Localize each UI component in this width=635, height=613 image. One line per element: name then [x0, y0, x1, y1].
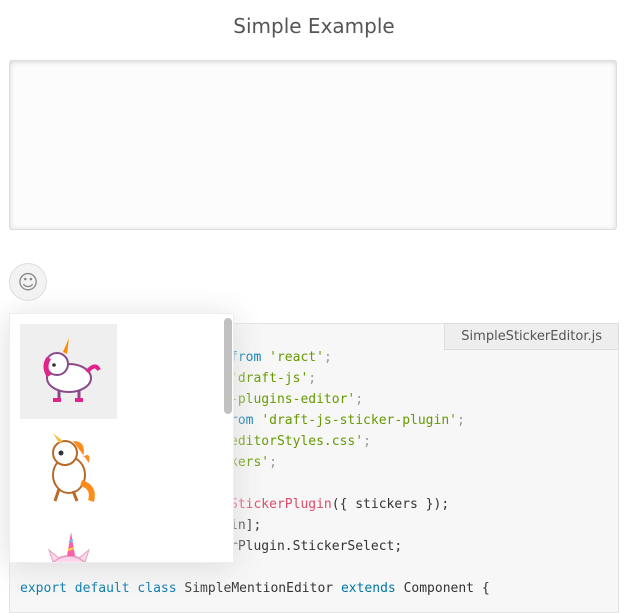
- sticker-picker-button[interactable]: ☺: [9, 263, 47, 301]
- code-token: -plugins-editor': [230, 392, 356, 407]
- unicorn-orange-sticker-icon: [51, 432, 95, 502]
- code-token: ;: [323, 350, 332, 365]
- code-token: StickerPlugin: [230, 497, 332, 512]
- code-token: ;: [308, 371, 317, 386]
- smiley-face-icon: ☺: [17, 270, 39, 294]
- code-token: rPlugin.StickerSelect;: [230, 539, 403, 554]
- unicorn-head-sticker-icon: [47, 531, 90, 562]
- code-token: class: [137, 581, 185, 596]
- code-token: rom: [230, 413, 262, 428]
- sticker-picker-popover: [9, 313, 234, 563]
- code-line: -plugins-editor';: [230, 392, 363, 407]
- code-line: in];: [230, 518, 261, 533]
- popover-scrollbar[interactable]: [224, 318, 232, 414]
- code-line: from 'react';: [230, 350, 332, 365]
- code-token: from: [230, 350, 270, 365]
- code-token: editorStyles.css': [230, 434, 364, 449]
- code-token: ;: [355, 392, 364, 407]
- code-token: ({ stickers });: [331, 497, 450, 512]
- unicorn-pink-sticker-icon: [43, 337, 101, 402]
- sticker-item[interactable]: [20, 419, 117, 514]
- code-token: 'draft-js': [230, 371, 309, 386]
- sticker-item[interactable]: [20, 514, 117, 562]
- code-token: extends: [340, 581, 404, 596]
- code-token: kers': [230, 455, 270, 470]
- code-line: rom 'draft-js-sticker-plugin';: [230, 413, 465, 428]
- editor-area[interactable]: [9, 60, 617, 230]
- page-title: Simple Example: [233, 14, 395, 38]
- code-token: ;: [269, 455, 277, 470]
- code-token: default: [74, 581, 138, 596]
- code-line: rPlugin.StickerSelect;: [230, 539, 402, 554]
- code-line: 'draft-js';: [230, 371, 316, 386]
- sticker-item[interactable]: [20, 324, 117, 419]
- code-token: ;: [363, 434, 371, 449]
- code-token: ;: [456, 413, 465, 428]
- code-line: kers';: [230, 455, 277, 470]
- code-token: 'react': [269, 350, 324, 365]
- code-token: Component {: [403, 581, 490, 596]
- code-token: SimpleMentionEditor: [184, 581, 341, 596]
- code-token: in];: [230, 518, 262, 533]
- code-line: StickerPlugin({ stickers });: [230, 497, 449, 512]
- code-token: export: [20, 581, 75, 596]
- code-line: export default class SimpleMentionEditor…: [20, 581, 490, 596]
- code-token: 'draft-js-sticker-plugin': [261, 413, 457, 428]
- file-tab: SimpleStickerEditor.js: [444, 323, 619, 350]
- code-line: editorStyles.css';: [230, 434, 371, 449]
